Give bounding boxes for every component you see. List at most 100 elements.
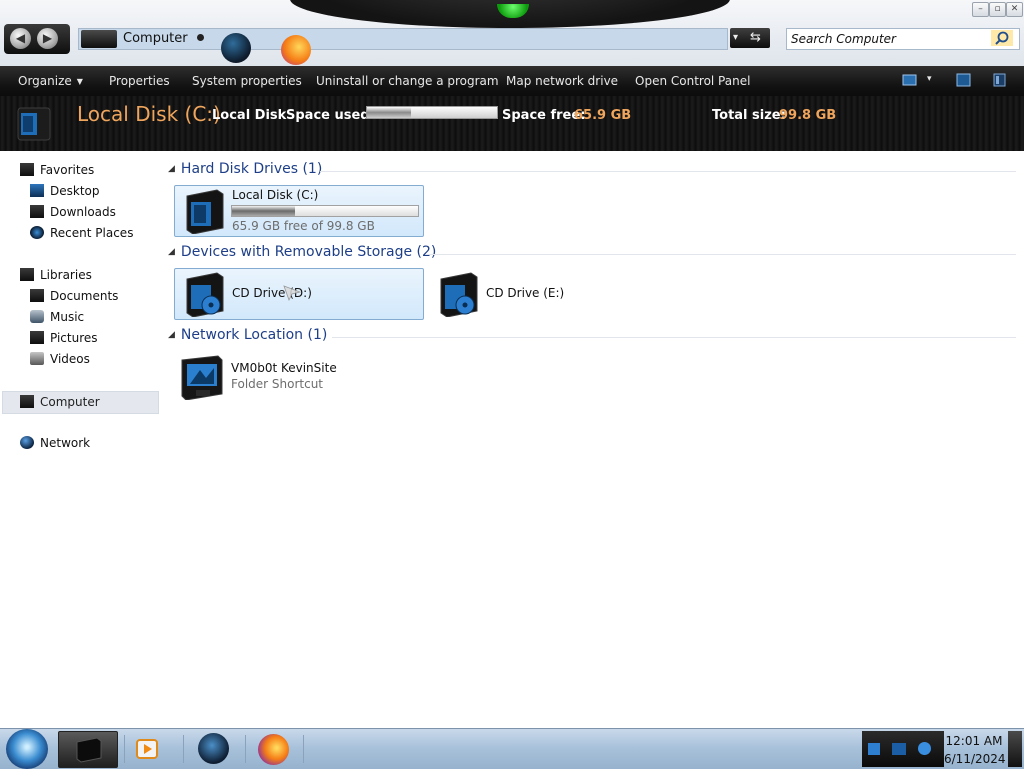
group-header-removable[interactable]: ◢ Devices with Removable Storage (2) <box>168 244 436 260</box>
network-location-type: Folder Shortcut <box>231 377 324 391</box>
taskbar-media-player-button[interactable] <box>130 731 188 766</box>
tray-network-icon[interactable] <box>868 743 880 755</box>
refresh-button[interactable]: ⇆ <box>750 28 761 48</box>
nav-network[interactable]: Network <box>20 436 90 456</box>
orb-icon <box>198 733 229 764</box>
preview-pane-icon[interactable] <box>956 73 972 87</box>
recent-places-icon <box>30 226 44 239</box>
uninstall-program-button[interactable]: Uninstall or change a program <box>316 74 499 88</box>
nav-libraries-label: Libraries <box>40 268 92 282</box>
hard-drive-icon <box>186 189 224 234</box>
help-icon[interactable] <box>992 73 1008 87</box>
network-location-name: VM0b0t KevinSite <box>231 361 337 375</box>
nav-desktop[interactable]: Desktop <box>30 184 100 204</box>
system-properties-button[interactable]: System properties <box>192 74 302 88</box>
minimize-button[interactable]: – <box>972 2 989 17</box>
group-header-hard-disks[interactable]: ◢ Hard Disk Drives (1) <box>168 161 322 177</box>
group-header-removable-label: Devices with Removable Storage (2) <box>180 244 437 260</box>
nav-documents[interactable]: Documents <box>30 289 118 309</box>
drive-usage-bar-fill <box>232 206 296 216</box>
start-button[interactable] <box>6 729 48 769</box>
nav-music-label: Music <box>50 310 85 324</box>
nav-computer-item: Computer <box>20 395 100 409</box>
space-used-label: Space used: <box>286 108 375 123</box>
nav-videos-label: Videos <box>50 352 90 366</box>
drive-tile-e[interactable]: CD Drive (E:) <box>429 269 677 319</box>
close-button[interactable]: ✕ <box>1006 2 1023 17</box>
firefox-icon <box>258 734 289 765</box>
drive-name: CD Drive (E:) <box>486 286 565 300</box>
properties-button[interactable]: Properties <box>109 74 170 88</box>
collapse-triangle-icon: ◢ <box>168 247 175 257</box>
clock-time[interactable]: 12:01 AM <box>944 734 1004 748</box>
nav-pictures[interactable]: Pictures <box>30 331 98 351</box>
organize-label: Organize <box>18 74 72 88</box>
downloads-icon <box>30 205 44 218</box>
network-location-tile[interactable]: VM0b0t KevinSite Folder Shortcut <box>174 352 422 402</box>
nav-favorites-label: Favorites <box>40 163 95 177</box>
taskbar-separator <box>183 735 184 763</box>
content-pane: ◢ Hard Disk Drives (1) Local Disk (C:) 65… <box>166 151 1024 728</box>
group-header-hard-disks-label: Hard Disk Drives (1) <box>180 161 323 177</box>
command-bar: Organize ▼ Properties System properties U… <box>0 66 1024 96</box>
group-header-network[interactable]: ◢ Network Location (1) <box>168 327 327 343</box>
taskbar-firefox-button[interactable] <box>250 731 308 766</box>
search-box <box>786 28 1020 50</box>
clock-date[interactable]: 6/11/2024 <box>944 752 1006 766</box>
nav-recent-places[interactable]: Recent Places <box>30 226 133 246</box>
collapse-triangle-icon: ◢ <box>168 164 175 174</box>
taskbar-separator <box>245 735 246 763</box>
show-desktop-button[interactable] <box>1008 731 1022 767</box>
change-view-icon[interactable] <box>902 73 918 87</box>
nav-libraries[interactable]: Libraries <box>20 268 92 288</box>
nav-favorites[interactable]: Favorites <box>20 163 94 183</box>
cd-drive-icon <box>440 272 478 317</box>
group-divider <box>332 337 1016 338</box>
nav-downloads-label: Downloads <box>50 205 116 219</box>
space-used-bar <box>366 106 498 119</box>
selected-item-title: Local Disk (C:) <box>77 102 221 126</box>
open-control-panel-button[interactable]: Open Control Panel <box>635 74 750 88</box>
network-icon <box>20 436 34 449</box>
organize-button[interactable]: Organize ▼ <box>18 74 83 88</box>
network-folder-icon <box>181 355 223 400</box>
nav-music[interactable]: Music <box>30 310 84 330</box>
computer-icon <box>81 30 117 48</box>
taskbar-separator <box>124 735 125 763</box>
tray-volume-icon[interactable] <box>918 742 931 755</box>
group-header-network-label: Network Location (1) <box>180 327 328 343</box>
computer-icon <box>20 395 34 408</box>
total-size-label: Total size: <box>712 108 786 123</box>
taskbar-explorer-button[interactable] <box>58 731 118 768</box>
address-dropdown-button[interactable]: ▾ <box>733 28 738 48</box>
music-icon <box>30 310 44 323</box>
map-network-drive-button[interactable]: Map network drive <box>506 74 618 88</box>
drive-tile-c[interactable]: Local Disk (C:) 65.9 GB free of 99.8 GB <box>174 185 424 237</box>
space-free-value: 65.9 GB <box>574 108 632 123</box>
videos-icon <box>30 352 44 365</box>
hard-drive-icon <box>17 107 51 141</box>
nav-computer[interactable]: Computer <box>2 391 159 414</box>
media-player-icon <box>136 739 158 759</box>
taskbar-orb-button[interactable] <box>190 731 248 766</box>
tray-display-icon[interactable] <box>892 743 906 755</box>
view-menu-chevron-icon[interactable]: ▾ <box>927 74 932 84</box>
space-free-label: Space free: <box>502 108 586 123</box>
nav-videos[interactable]: Videos <box>30 352 90 372</box>
drive-free-space: 65.9 GB free of 99.8 GB <box>232 219 375 233</box>
space-used-bar-fill <box>367 107 412 118</box>
address-bar[interactable]: Computer <box>78 28 728 65</box>
star-icon <box>20 163 34 176</box>
navigation-pane: Favorites Desktop Downloads Recent Place… <box>0 151 166 728</box>
breadcrumb-computer[interactable]: Computer <box>123 31 188 46</box>
title-bar: – ▫ ✕ ◀ ▶ Computer ▾ ⇆ <box>0 0 1024 66</box>
maximize-button[interactable]: ▫ <box>989 2 1006 17</box>
search-icon[interactable] <box>991 30 1013 46</box>
notification-area <box>862 731 944 767</box>
back-button[interactable]: ◀ <box>10 28 31 49</box>
search-input[interactable] <box>789 29 993 49</box>
nav-downloads[interactable]: Downloads <box>30 205 116 225</box>
collapse-triangle-icon: ◢ <box>168 330 175 340</box>
forward-button[interactable]: ▶ <box>37 28 58 49</box>
nav-pictures-label: Pictures <box>50 331 98 345</box>
